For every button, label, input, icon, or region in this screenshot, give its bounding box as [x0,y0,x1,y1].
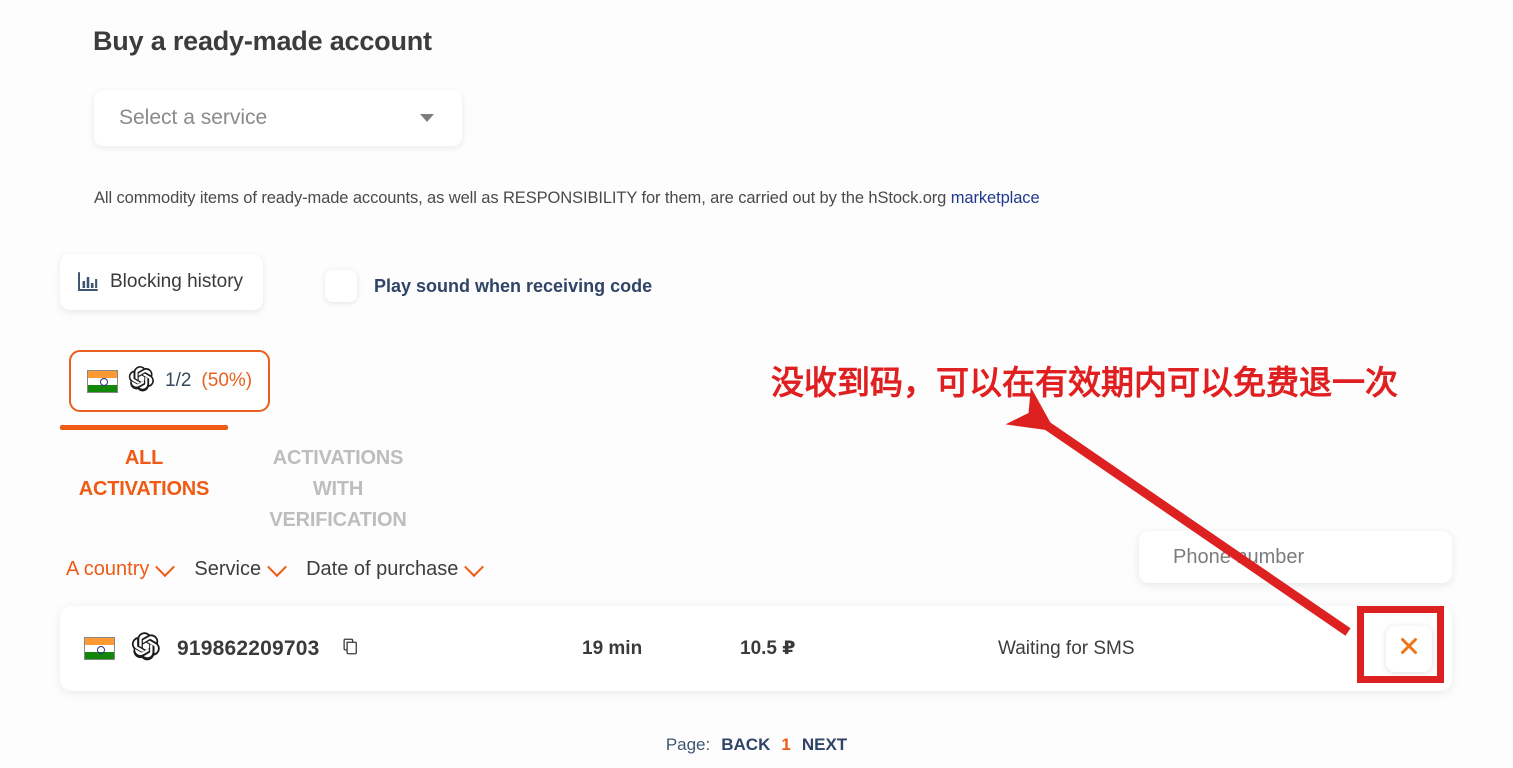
disclaimer: All commodity items of ready-made accoun… [94,189,1040,208]
filter-country-label: A country [66,558,150,580]
activation-tabs: ALL ACTIVATIONS ACTIVATIONS WITH VERIFIC… [60,425,422,536]
chevron-down-icon [267,556,287,577]
table-row[interactable]: 919862209703 19 min 10.5 ₽ Waiting for S… [60,606,1452,691]
counter-percent: (50%) [201,370,253,391]
india-flag-icon [84,637,115,660]
pagination-next[interactable]: NEXT [802,735,847,755]
chevron-down-icon [155,556,176,577]
phone-number-search[interactable]: Phone number [1139,531,1452,583]
play-sound-label: Play sound when receiving code [374,275,653,296]
phone-number-placeholder: Phone number [1173,545,1305,568]
blocking-history-button[interactable]: Blocking history [60,254,264,310]
filter-date-of-purchase[interactable]: Date of purchase [306,556,485,581]
counter-ratio: 1/2 [165,370,192,391]
copy-icon[interactable] [342,638,359,660]
play-sound-row[interactable]: Play sound when receiving code [325,270,652,302]
openai-logo-icon [131,631,161,666]
tab-all-activations[interactable]: ALL ACTIVATIONS [60,425,228,536]
page-root: Buy a ready-made account Select a servic… [0,0,1513,768]
marketplace-link[interactable]: marketplace [951,189,1040,207]
filter-date-label: Date of purchase [306,558,459,580]
filter-bar: A country Service Date of purchase [66,556,485,581]
disclaimer-text: All commodity items of ready-made accoun… [94,189,951,207]
tab-all-activations-line1: ALL [124,447,164,469]
bar-chart-icon [76,270,100,294]
row-phone-number[interactable]: 919862209703 [177,637,320,661]
annotation-note-text: 没收到码，可以在有效期内可以免费退一次 [771,363,1398,402]
play-sound-checkbox[interactable] [325,270,357,302]
chevron-down-icon [420,114,434,122]
tab-all-activations-line2: ACTIVATIONS [78,478,210,500]
row-price: 10.5 ₽ [740,638,796,659]
openai-logo-icon [128,365,155,397]
row-time-left: 19 min [582,637,643,659]
filter-service[interactable]: Service [194,556,287,581]
filter-country[interactable]: A country [66,556,176,581]
annotation-highlight-box [1357,606,1444,683]
service-select-placeholder: Select a service [119,106,268,129]
pagination-current-page[interactable]: 1 [781,735,790,755]
pagination-label: Page: [665,735,711,754]
tab-activations-with-verification[interactable]: ACTIVATIONS WITH VERIFICATION [254,425,422,536]
chevron-down-icon [464,556,485,577]
row-status: Waiting for SMS [998,637,1135,659]
blocking-history-label: Blocking history [110,271,244,292]
activation-counter-badge[interactable]: 1/2 (50%) [69,350,271,412]
row-phone-cell: 919862209703 [84,631,359,666]
page-title: Buy a ready-made account [93,26,432,56]
service-select[interactable]: Select a service [94,90,462,146]
filter-service-label: Service [194,558,262,580]
pagination: Page: BACK 1 NEXT [0,735,1513,755]
tab-activations-with-verification-line1: ACTIVATIONS [272,447,404,469]
india-flag-icon [87,369,118,393]
tab-activations-with-verification-line2: WITH VERIFICATION [269,478,407,531]
pagination-back[interactable]: BACK [721,735,770,755]
